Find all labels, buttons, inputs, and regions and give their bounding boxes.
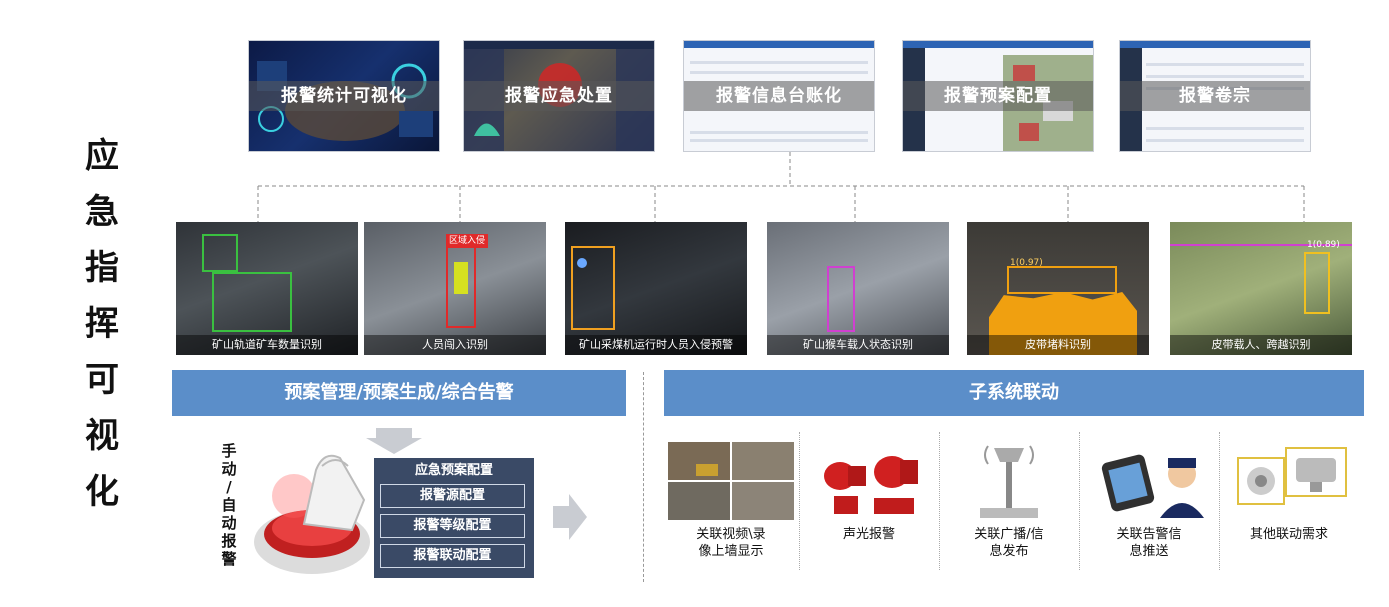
linkage-label: 像上墙显示 [698,544,764,559]
config-title: 应急预案配置 [414,463,493,478]
config-alarm-linkage[interactable]: 报警联动配置 [380,544,525,568]
linkage-sound-light-alarm[interactable]: 声光报警 [800,432,938,570]
title-char: 指 [85,248,119,288]
config-alarm-source[interactable]: 报警源配置 [380,484,525,508]
arrow-right-icon [553,494,587,540]
camera-caption: 皮带载人、跨越识别 [1170,335,1352,355]
screen-label: 报警应急处置 [464,81,654,111]
emergency-plan-config-panel: 应急预案配置 报警源配置 报警等级配置 报警联动配置 [374,458,534,578]
camera-intrusion[interactable]: 区域入侵 人员闯入识别 [364,222,546,355]
manual-auto-alarm-label: 手 动 / 自 动 报 警 [221,442,237,568]
linkage-label: 其他联动需求 [1249,527,1328,542]
camera-caption: 矿山轨道矿车数量识别 [176,335,358,355]
linkage-alarm-push[interactable]: 关联告警信 息推送 [1080,432,1218,570]
section-header-plan: 预案管理/预案生成/综合告警 [172,370,626,416]
alert-tag: 1(0.89) [1307,240,1340,250]
camera-caption: 矿山猴车载人状态识别 [767,335,949,355]
camera-shearer[interactable]: 矿山采煤机运行时人员入侵预警 [565,222,747,355]
camera-caption: 人员闯入识别 [364,335,546,355]
title-char: 化 [85,472,119,512]
linkage-label: 息推送 [1129,544,1169,559]
screen-alarm-ledger[interactable]: 报警信息台账化 [683,40,875,152]
linkage-label: 关联视频\录 [696,527,766,542]
camera-monkey-car[interactable]: 矿山猴车载人状态识别 [767,222,949,355]
broadcast-tower-icon [980,445,1038,518]
screen-alarm-statistics[interactable]: 报警统计可视化 [248,40,440,152]
linkage-broadcast[interactable]: 关联广播/信 息发布 [940,432,1078,570]
speaker-camera-icon [1237,447,1347,505]
camera-belt-blockage[interactable]: 1(0.97) 皮带堵料识别 [967,222,1149,355]
camera-rail-cart[interactable]: 矿山轨道矿车数量识别 [176,222,358,355]
camera-belt-crossing[interactable]: 1(0.89) 皮带载人、跨越识别 [1170,222,1352,355]
title-char: 可 [85,360,119,400]
screen-label: 报警预案配置 [903,81,1093,111]
phone-guard-icon [1101,454,1204,518]
linkage-label: 声光报警 [842,527,895,542]
config-alarm-level[interactable]: 报警等级配置 [380,514,525,538]
screen-alarm-dossier[interactable]: 报警卷宗 [1119,40,1311,152]
screen-label: 报警卷宗 [1120,81,1310,111]
linkage-label: 关联广播/信 [974,527,1044,542]
screen-label: 报警信息台账化 [684,81,874,111]
alarm-button-icon [254,454,370,574]
camera-caption: 矿山采煤机运行时人员入侵预警 [565,335,747,355]
title-char: 挥 [85,304,119,344]
section-header-linkage: 子系统联动 [664,370,1364,416]
camera-caption: 皮带堵料识别 [967,335,1149,355]
title-char: 视 [85,416,119,456]
screen-alarm-response[interactable]: 报警应急处置 [463,40,655,152]
siren-icon [824,456,918,514]
linkage-label: 息发布 [989,544,1029,559]
screen-alarm-plan[interactable]: 报警预案配置 [902,40,1094,152]
linkage-other[interactable]: 其他联动需求 [1220,432,1358,570]
alert-tag: 1(0.97) [1010,258,1043,268]
alert-tag: 区域入侵 [446,234,489,248]
screen-label: 报警统计可视化 [249,81,439,111]
video-wall-icon [668,442,794,520]
linkage-label: 关联告警信 [1116,527,1182,542]
linkage-video-wall[interactable]: 关联视频\录 像上墙显示 [662,432,800,570]
section-divider [643,372,644,582]
